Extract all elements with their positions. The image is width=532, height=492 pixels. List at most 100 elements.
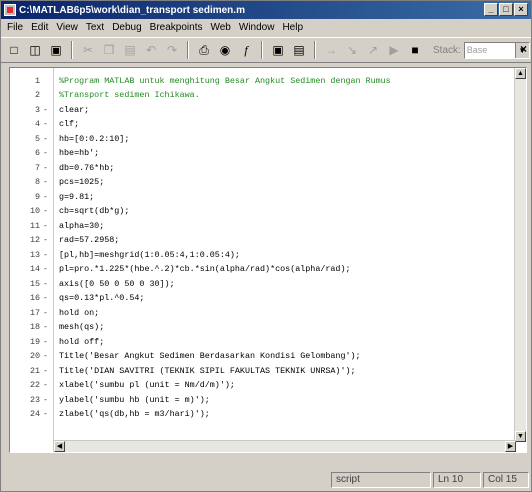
executable-marker[interactable]: - bbox=[43, 119, 49, 129]
line-number: 23 bbox=[29, 394, 40, 405]
stack-value: Base bbox=[466, 44, 488, 55]
undo-icon[interactable]: ↶ bbox=[142, 41, 160, 59]
continue-icon[interactable]: ▶ bbox=[385, 41, 403, 59]
code-line[interactable]: 10- cb=sqrt(db*g); bbox=[10, 206, 510, 217]
menu-debug[interactable]: Debug bbox=[108, 22, 145, 33]
step-out-icon[interactable]: ↗ bbox=[364, 41, 382, 59]
copy-icon[interactable]: ❐ bbox=[100, 41, 118, 59]
executable-marker[interactable]: - bbox=[43, 366, 49, 376]
code-line[interactable]: 17- hold on; bbox=[10, 307, 510, 318]
find-icon[interactable]: ◉ bbox=[216, 41, 234, 59]
close-icon[interactable]: × bbox=[520, 42, 527, 56]
function-icon[interactable]: f bbox=[237, 41, 255, 59]
code-line[interactable]: 23- ylabel('sumbu hb (unit = m)'); bbox=[10, 394, 510, 405]
code-line[interactable]: 6- hbe=hb'; bbox=[10, 148, 510, 159]
code-editor[interactable]: 1 %Program MATLAB untuk menghitung Besar … bbox=[9, 67, 527, 453]
menu-edit[interactable]: Edit bbox=[27, 22, 52, 33]
code-line[interactable]: 21- Title('DIAN SAVITRI (TEKNIK SIPIL FAK… bbox=[10, 365, 510, 376]
code-line[interactable]: 7- db=0.76*hb; bbox=[10, 162, 510, 173]
executable-marker[interactable]: - bbox=[43, 235, 49, 245]
executable-marker[interactable]: - bbox=[43, 177, 49, 187]
menu-web[interactable]: Web bbox=[206, 22, 234, 33]
exit-debug-icon[interactable]: ■ bbox=[406, 41, 424, 59]
code-line[interactable]: 4- clf; bbox=[10, 119, 510, 130]
code-line[interactable]: 12- rad=57.2958; bbox=[10, 235, 510, 246]
executable-marker[interactable]: - bbox=[43, 395, 49, 405]
scroll-up-icon[interactable]: ▲ bbox=[515, 68, 526, 79]
scroll-left-icon[interactable]: ◀ bbox=[54, 441, 65, 452]
cut-icon[interactable]: ✂ bbox=[79, 41, 97, 59]
menu-window[interactable]: Window bbox=[235, 22, 279, 33]
executable-marker[interactable]: - bbox=[43, 148, 49, 158]
executable-marker[interactable]: - bbox=[43, 351, 49, 361]
executable-marker[interactable]: - bbox=[43, 206, 49, 216]
executable-marker[interactable]: - bbox=[43, 221, 49, 231]
executable-marker[interactable]: - bbox=[43, 264, 49, 274]
step-in-icon[interactable]: ↘ bbox=[343, 41, 361, 59]
executable-marker[interactable]: - bbox=[43, 337, 49, 347]
menu-help[interactable]: Help bbox=[278, 22, 307, 33]
code-comment: %Program MATLAB untuk menghitung Besar A… bbox=[59, 75, 391, 86]
line-number: 13 bbox=[29, 249, 40, 260]
executable-marker[interactable]: - bbox=[43, 279, 49, 289]
code-line[interactable]: 8- pcs=1025; bbox=[10, 177, 510, 188]
executable-marker[interactable]: - bbox=[43, 134, 49, 144]
code-line[interactable]: 20- Title('Besar Angkut Sedimen Berdasark… bbox=[10, 351, 510, 362]
code-line[interactable]: 1 %Program MATLAB untuk menghitung Besar … bbox=[10, 75, 510, 86]
executable-marker[interactable]: - bbox=[43, 409, 49, 419]
step-icon[interactable]: → bbox=[322, 41, 340, 59]
paste-icon[interactable]: ▤ bbox=[121, 41, 139, 59]
title-bar[interactable]: C:\MATLAB6p5\work\dian_transport sedimen… bbox=[1, 1, 531, 19]
code-line[interactable]: 11- alpha=30; bbox=[10, 220, 510, 231]
new-file-icon[interactable]: □ bbox=[5, 41, 23, 59]
set-breakpoint-icon[interactable]: ▣ bbox=[269, 41, 287, 59]
code-line[interactable]: 2 %Transport sedimen Ichikawa. bbox=[10, 90, 510, 101]
executable-marker[interactable]: - bbox=[43, 163, 49, 173]
executable-marker[interactable]: - bbox=[43, 250, 49, 260]
print-icon[interactable]: ⎙ bbox=[195, 41, 213, 59]
code-line[interactable]: 3- clear; bbox=[10, 104, 510, 115]
code-line[interactable]: 5- hb=[0:0.2:10]; bbox=[10, 133, 510, 144]
code-line[interactable]: 19- hold off; bbox=[10, 336, 510, 347]
open-folder-icon[interactable]: ◫ bbox=[26, 41, 44, 59]
horizontal-scrollbar[interactable]: ◀ ▶ bbox=[54, 440, 516, 452]
toolbar-separator bbox=[314, 41, 316, 59]
menu-file[interactable]: File bbox=[3, 22, 27, 33]
code-text: zlabel('qs(db,hb = m3/hari)'); bbox=[59, 409, 210, 420]
scroll-down-icon[interactable]: ▼ bbox=[515, 431, 526, 442]
code-text: Title('Besar Angkut Sedimen Berdasarkan … bbox=[59, 351, 361, 362]
line-number: 2 bbox=[34, 90, 40, 101]
redo-icon[interactable]: ↷ bbox=[163, 41, 181, 59]
line-number: 6 bbox=[34, 148, 40, 159]
vertical-scrollbar[interactable]: ▲ ▼ bbox=[514, 68, 526, 442]
menu-breakpoints[interactable]: Breakpoints bbox=[146, 22, 207, 33]
save-icon[interactable]: ▣ bbox=[47, 41, 65, 59]
code-line[interactable]: 22- xlabel('sumbu pl (unit = Nm/d/m)'); bbox=[10, 380, 510, 391]
menu-text[interactable]: Text bbox=[82, 22, 108, 33]
executable-marker[interactable]: - bbox=[43, 105, 49, 115]
code-line[interactable]: 24- zlabel('qs(db,hb = m3/hari)'); bbox=[10, 409, 510, 420]
clear-breakpoints-icon[interactable]: ▤ bbox=[290, 41, 308, 59]
minimize-button[interactable]: _ bbox=[484, 3, 498, 16]
executable-marker[interactable]: - bbox=[43, 322, 49, 332]
executable-marker[interactable]: - bbox=[43, 293, 49, 303]
status-bar: script Ln 10 Col 15 bbox=[1, 469, 531, 491]
code-line[interactable]: 9- g=9.81; bbox=[10, 191, 510, 202]
menu-view[interactable]: View bbox=[52, 22, 82, 33]
line-number: 10 bbox=[29, 206, 40, 217]
maximize-button[interactable]: □ bbox=[499, 3, 513, 16]
scroll-right-icon[interactable]: ▶ bbox=[505, 441, 516, 452]
code-line[interactable]: 18- mesh(qs); bbox=[10, 322, 510, 333]
code-comment: %Transport sedimen Ichikawa. bbox=[59, 90, 200, 101]
close-button[interactable]: × bbox=[514, 3, 528, 16]
executable-marker[interactable]: - bbox=[43, 380, 49, 390]
executable-marker[interactable]: - bbox=[43, 192, 49, 202]
code-line[interactable]: 16- qs=0.13*pl.^0.54; bbox=[10, 293, 510, 304]
executable-marker[interactable]: - bbox=[43, 308, 49, 318]
line-number: 8 bbox=[34, 177, 40, 188]
code-line[interactable]: 13- [pl,hb]=meshgrid(1:0.05:4,1:0.05:4); bbox=[10, 249, 510, 260]
code-line[interactable]: 15- axis([0 50 0 50 0 30]); bbox=[10, 278, 510, 289]
line-number: 7 bbox=[34, 162, 40, 173]
code-line[interactable]: 14- pl=pro.*1.225*(hbe.^.2)*cb.*sin(alpha… bbox=[10, 264, 510, 275]
code-text: clear; bbox=[59, 104, 90, 115]
